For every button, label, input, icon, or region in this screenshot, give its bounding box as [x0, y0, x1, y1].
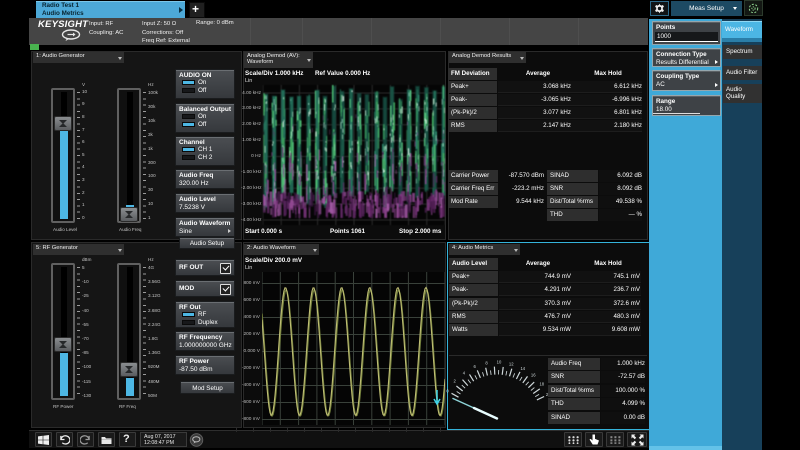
- svg-text:0: 0: [446, 389, 449, 394]
- svg-text:2: 2: [454, 379, 457, 384]
- svg-text:4: 4: [463, 370, 466, 375]
- svg-text:6: 6: [474, 364, 477, 369]
- svg-text:16: 16: [531, 373, 536, 378]
- svg-text:10: 10: [497, 360, 502, 365]
- svg-text:14: 14: [520, 366, 525, 371]
- svg-text:18: 18: [539, 382, 544, 387]
- svg-text:8: 8: [485, 361, 488, 366]
- svg-text:12: 12: [509, 361, 514, 366]
